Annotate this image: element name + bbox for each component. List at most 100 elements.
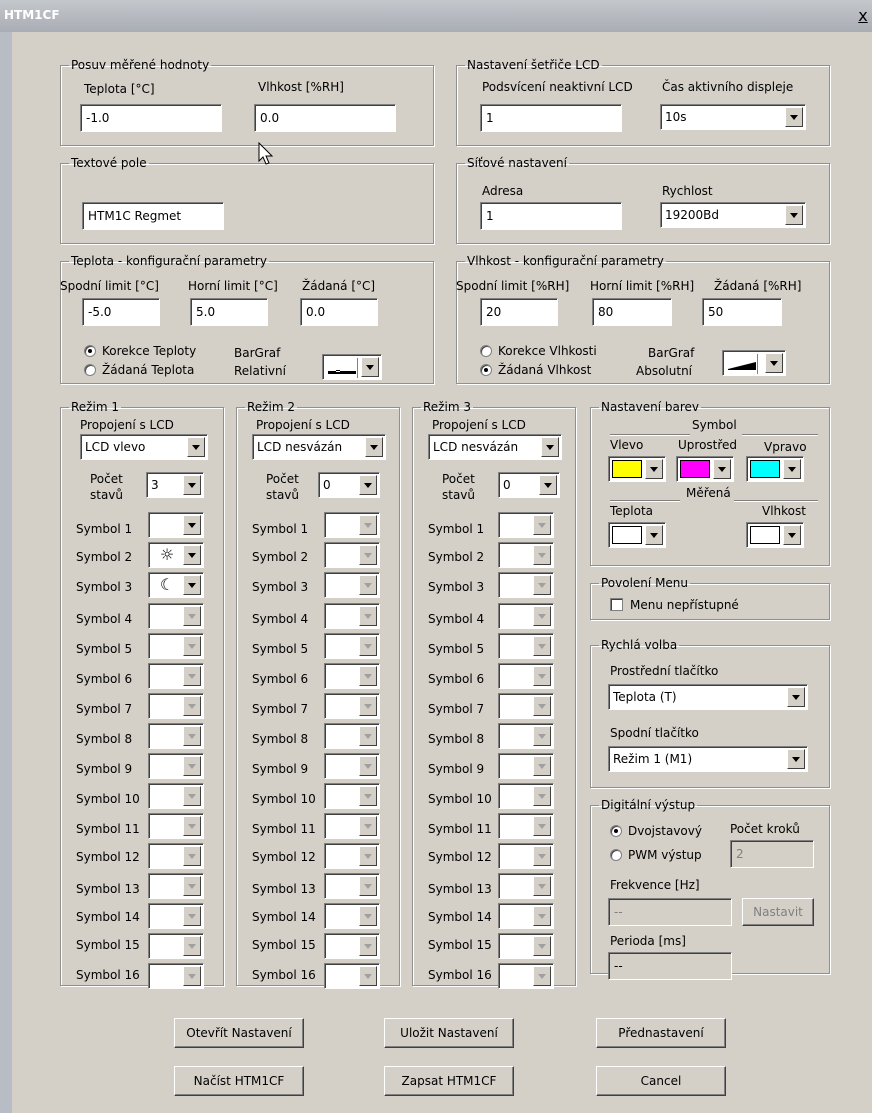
chevron-down-icon[interactable] bbox=[183, 786, 201, 806]
chevron-down-icon[interactable] bbox=[359, 966, 377, 986]
chevron-down-icon[interactable] bbox=[533, 726, 551, 746]
chevron-down-icon[interactable] bbox=[359, 666, 377, 686]
symbol-select[interactable] bbox=[498, 813, 554, 839]
chevron-down-icon[interactable] bbox=[183, 515, 201, 535]
speed-select[interactable]: 19200Bd bbox=[660, 202, 806, 228]
symbol-select[interactable]: ☼ bbox=[148, 542, 204, 568]
chevron-down-icon[interactable] bbox=[359, 756, 377, 776]
chevron-down-icon[interactable] bbox=[533, 575, 551, 595]
chevron-down-icon[interactable] bbox=[533, 636, 551, 656]
chevron-down-icon[interactable] bbox=[183, 606, 201, 626]
symbol-select[interactable] bbox=[324, 843, 380, 869]
chevron-down-icon[interactable] bbox=[533, 606, 551, 626]
symbol-select[interactable] bbox=[324, 572, 380, 598]
symbol-select[interactable] bbox=[324, 903, 380, 929]
chevron-down-icon[interactable] bbox=[359, 636, 377, 656]
chevron-down-icon[interactable] bbox=[359, 816, 377, 836]
chevron-down-icon[interactable] bbox=[183, 876, 201, 896]
chevron-down-icon[interactable] bbox=[183, 726, 201, 746]
chevron-down-icon[interactable] bbox=[783, 459, 801, 479]
offset-hum-input[interactable]: 0.0 bbox=[254, 104, 396, 132]
chevron-down-icon[interactable] bbox=[365, 437, 383, 457]
symbol-select[interactable] bbox=[148, 663, 204, 689]
digital-pwm-radio[interactable] bbox=[610, 849, 622, 861]
chevron-down-icon[interactable] bbox=[533, 786, 551, 806]
temp-set-input[interactable]: 0.0 bbox=[300, 298, 378, 326]
symbol-select[interactable] bbox=[324, 663, 380, 689]
digital-steps-input[interactable]: 2 bbox=[730, 840, 814, 868]
chevron-down-icon[interactable] bbox=[359, 696, 377, 716]
symbol-select[interactable] bbox=[498, 963, 554, 989]
symbol-select[interactable] bbox=[324, 512, 380, 538]
mode-count-select[interactable]: 0 bbox=[498, 472, 560, 498]
chevron-down-icon[interactable] bbox=[359, 475, 377, 495]
chevron-down-icon[interactable] bbox=[359, 726, 377, 746]
color-middle-select[interactable] bbox=[676, 456, 734, 482]
chevron-down-icon[interactable] bbox=[359, 786, 377, 806]
symbol-select[interactable] bbox=[324, 933, 380, 959]
symbol-select[interactable] bbox=[148, 753, 204, 779]
temp-high-input[interactable]: 5.0 bbox=[190, 298, 268, 326]
open-settings-button[interactable]: Otevřít Nastavení bbox=[174, 1018, 304, 1048]
digital-twostate-radio[interactable] bbox=[610, 825, 622, 837]
symbol-select[interactable] bbox=[498, 903, 554, 929]
chevron-down-icon[interactable] bbox=[533, 876, 551, 896]
chevron-down-icon[interactable] bbox=[183, 666, 201, 686]
chevron-down-icon[interactable] bbox=[361, 357, 379, 377]
mode-link-select[interactable]: LCD nesvázán bbox=[428, 434, 562, 460]
symbol-select[interactable] bbox=[324, 633, 380, 659]
symbol-select[interactable] bbox=[324, 813, 380, 839]
chevron-down-icon[interactable] bbox=[359, 906, 377, 926]
chevron-down-icon[interactable] bbox=[533, 545, 551, 565]
cancel-button[interactable]: Cancel bbox=[596, 1066, 726, 1096]
symbol-select[interactable] bbox=[148, 873, 204, 899]
chevron-down-icon[interactable] bbox=[183, 636, 201, 656]
symbol-select[interactable] bbox=[148, 903, 204, 929]
digital-set-button[interactable]: Nastavit bbox=[742, 898, 814, 926]
quick-middle-select[interactable]: Teplota (T) bbox=[608, 684, 808, 710]
chevron-down-icon[interactable] bbox=[183, 966, 201, 986]
color-left-select[interactable] bbox=[608, 456, 666, 482]
symbol-select[interactable] bbox=[324, 963, 380, 989]
symbol-select[interactable] bbox=[498, 693, 554, 719]
hum-set-input[interactable]: 50 bbox=[702, 298, 782, 326]
load-button[interactable]: Načíst HTM1CF bbox=[174, 1066, 304, 1096]
chevron-down-icon[interactable] bbox=[533, 515, 551, 535]
chevron-down-icon[interactable] bbox=[541, 437, 559, 457]
chevron-down-icon[interactable] bbox=[539, 475, 557, 495]
symbol-select[interactable] bbox=[498, 873, 554, 899]
offset-temp-input[interactable]: -1.0 bbox=[80, 104, 222, 132]
chevron-down-icon[interactable] bbox=[533, 906, 551, 926]
symbol-select[interactable] bbox=[498, 753, 554, 779]
hum-setpoint-radio[interactable] bbox=[480, 364, 492, 376]
chevron-down-icon[interactable] bbox=[187, 437, 205, 457]
chevron-down-icon[interactable] bbox=[359, 846, 377, 866]
symbol-select[interactable] bbox=[324, 873, 380, 899]
symbol-select[interactable] bbox=[498, 572, 554, 598]
hum-bargraph-select[interactable] bbox=[722, 350, 786, 376]
symbol-select[interactable] bbox=[148, 963, 204, 989]
symbol-select[interactable] bbox=[148, 693, 204, 719]
chevron-down-icon[interactable] bbox=[785, 107, 803, 127]
chevron-down-icon[interactable] bbox=[183, 936, 201, 956]
symbol-select[interactable] bbox=[498, 933, 554, 959]
chevron-down-icon[interactable] bbox=[783, 525, 801, 545]
chevron-down-icon[interactable] bbox=[183, 545, 201, 565]
symbol-select[interactable] bbox=[324, 603, 380, 629]
chevron-down-icon[interactable] bbox=[359, 606, 377, 626]
backlight-input[interactable]: 1 bbox=[480, 104, 622, 132]
chevron-down-icon[interactable] bbox=[359, 515, 377, 535]
chevron-down-icon[interactable] bbox=[533, 936, 551, 956]
symbol-select[interactable] bbox=[498, 783, 554, 809]
mode-count-select[interactable]: 3 bbox=[146, 472, 204, 498]
chevron-down-icon[interactable] bbox=[645, 459, 663, 479]
chevron-down-icon[interactable] bbox=[787, 749, 805, 769]
chevron-down-icon[interactable] bbox=[183, 816, 201, 836]
chevron-down-icon[interactable] bbox=[533, 756, 551, 776]
chevron-down-icon[interactable] bbox=[359, 876, 377, 896]
color-temp-select[interactable] bbox=[608, 522, 666, 548]
menu-disabled-checkbox[interactable] bbox=[610, 598, 623, 611]
mode-link-select[interactable]: LCD vlevo bbox=[80, 434, 208, 460]
hum-low-input[interactable]: 20 bbox=[480, 298, 558, 326]
chevron-down-icon[interactable] bbox=[533, 666, 551, 686]
